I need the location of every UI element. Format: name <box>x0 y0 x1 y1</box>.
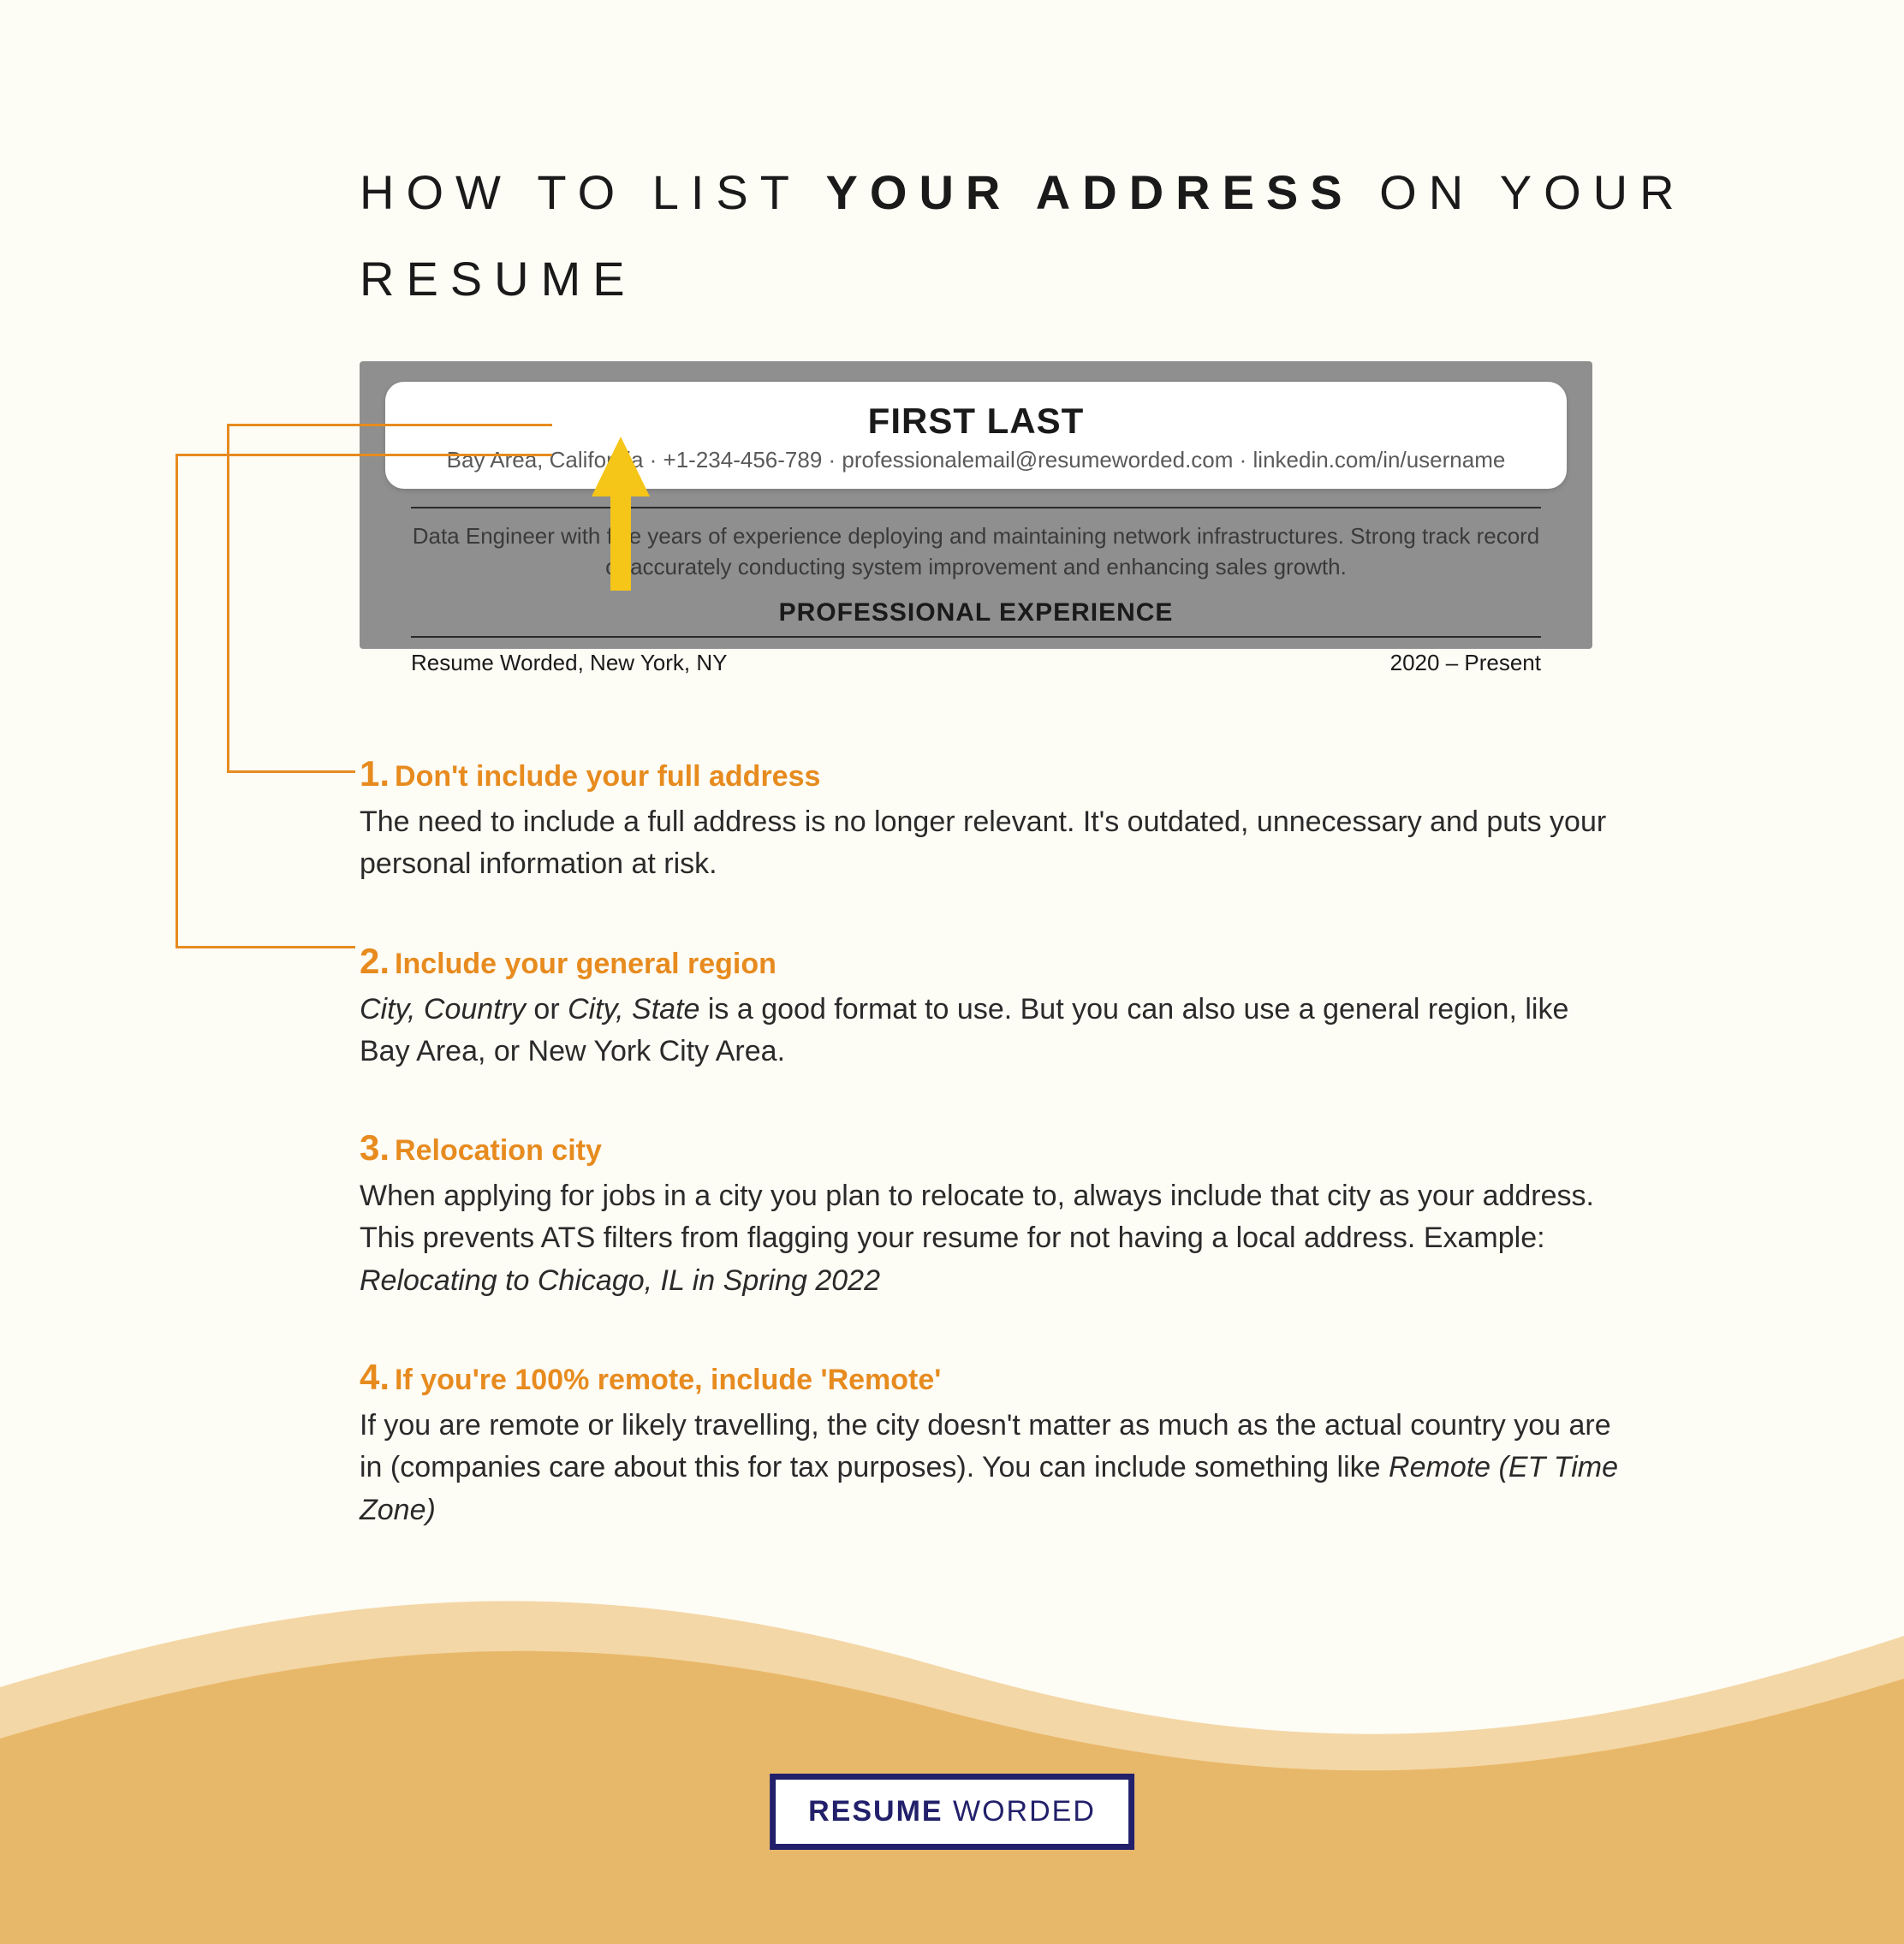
tip-2: 2.Include your general region City, Coun… <box>360 941 1618 1073</box>
tip-body: The need to include a full address is no… <box>360 801 1618 886</box>
resume-contact-line: Bay Area, California · +1-234-456-789 · … <box>419 447 1532 473</box>
resume-summary: Data Engineer with five years of experie… <box>411 520 1541 583</box>
resume-sample: FIRST LAST Bay Area, California · +1-234… <box>360 361 1592 649</box>
tips-list: 1.Don't include your full address The ne… <box>360 753 1618 1586</box>
resume-employer: Resume Worded, New York, NY <box>411 650 727 676</box>
tip-heading: 1.Don't include your full address <box>360 753 1618 794</box>
tip-3: 3.Relocation city When applying for jobs… <box>360 1127 1618 1302</box>
divider <box>411 507 1541 508</box>
resume-name: FIRST LAST <box>419 401 1532 442</box>
page-title: HOW TO LIST YOUR ADDRESS ON YOUR RESUME <box>360 150 1904 323</box>
tip-heading: 2.Include your general region <box>360 941 1618 982</box>
tip-heading: 3.Relocation city <box>360 1127 1618 1168</box>
divider <box>411 636 1541 638</box>
resume-dates: 2020 – Present <box>1390 650 1541 676</box>
tip-body: When applying for jobs in a city you pla… <box>360 1175 1618 1302</box>
tip-4: 4.If you're 100% remote, include 'Remote… <box>360 1357 1618 1531</box>
resume-section-heading: PROFESSIONAL EXPERIENCE <box>411 598 1541 627</box>
tip-body: City, Country or City, State is a good f… <box>360 989 1618 1073</box>
resume-body: Data Engineer with five years of experie… <box>411 498 1541 676</box>
resume-header-card: FIRST LAST Bay Area, California · +1-234… <box>385 382 1567 489</box>
tip-heading: 4.If you're 100% remote, include 'Remote… <box>360 1357 1618 1398</box>
resume-experience-row: Resume Worded, New York, NY 2020 – Prese… <box>411 650 1541 676</box>
tip-body: If you are remote or likely travelling, … <box>360 1405 1618 1531</box>
tip-1: 1.Don't include your full address The ne… <box>360 753 1618 886</box>
brand-logo: RESUME WORDED <box>770 1774 1134 1850</box>
